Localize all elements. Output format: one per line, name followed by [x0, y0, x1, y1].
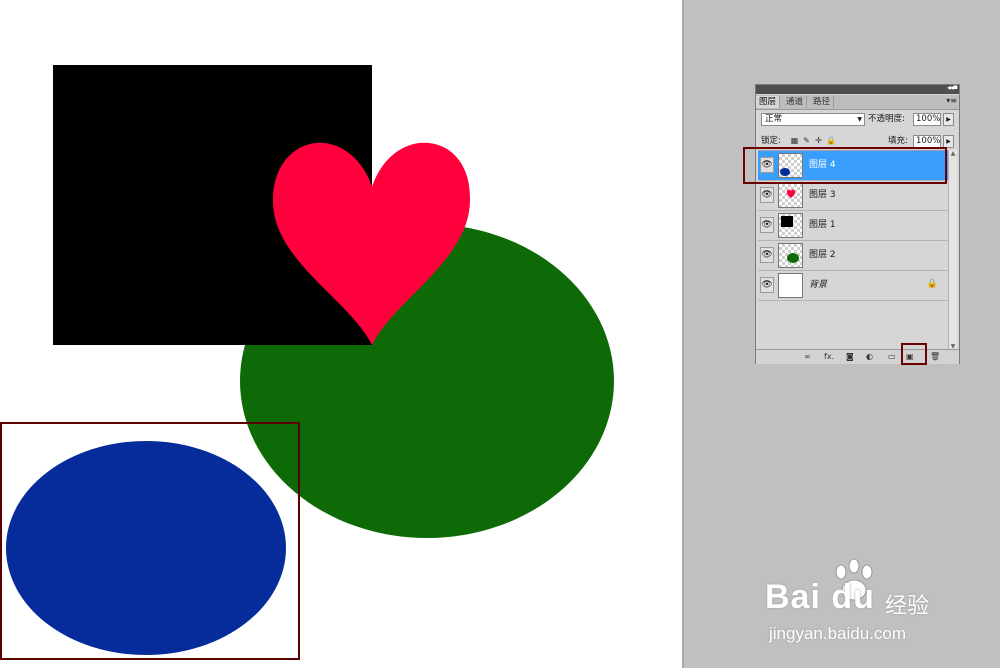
- blend-mode-value: 正常: [765, 114, 783, 124]
- eye-icon[interactable]: 👁: [760, 277, 774, 293]
- eye-icon[interactable]: 👁: [760, 247, 774, 263]
- layer-name[interactable]: 图层 1: [809, 211, 836, 240]
- adjustment-layer-icon[interactable]: ◐: [866, 351, 873, 363]
- layer-row-layer-1[interactable]: 👁 图层 1: [758, 211, 948, 241]
- scroll-up-icon[interactable]: ▲: [949, 150, 957, 157]
- document-canvas[interactable]: [0, 0, 682, 668]
- panel-footer: ∞ fx. ◙ ◐ ▭ ▣ 🗑: [756, 349, 959, 364]
- layer-name[interactable]: 图层 2: [809, 241, 836, 270]
- new-group-icon[interactable]: ▭: [888, 351, 896, 363]
- link-layers-icon[interactable]: ∞: [804, 351, 811, 363]
- workspace-divider: [682, 0, 684, 668]
- tab-paths[interactable]: 路径: [810, 96, 835, 108]
- chevron-down-icon: ▼: [857, 116, 862, 123]
- layer-thumbnail-black-square: [778, 213, 803, 238]
- panel-menu-icon[interactable]: ▾≡: [946, 96, 957, 105]
- lock-position-icon[interactable]: ✛: [814, 136, 823, 146]
- layer-lock-icon: 🔒: [926, 279, 938, 289]
- tab-channels[interactable]: 通道: [783, 96, 808, 108]
- annotation-box-new-layer-button: [901, 343, 927, 365]
- watermark-brand: Bai du: [765, 578, 875, 616]
- annotation-box-layer-4: [743, 147, 947, 184]
- baidu-jingyan-watermark: Bai du 经验 jingyan.baidu.com: [765, 558, 955, 658]
- delete-layer-icon[interactable]: 🗑: [930, 351, 940, 363]
- fx-icon[interactable]: fx.: [824, 351, 834, 363]
- layer-thumbnail-white-background: [778, 273, 803, 298]
- layers-panel: ◂◂ ▪ 图层 通道 路径 ▾≡ 正常 ▼ 不透明度: 100% ▶ 锁定: ▦…: [755, 83, 960, 364]
- eye-icon[interactable]: 👁: [760, 187, 774, 203]
- layer-mask-icon[interactable]: ◙: [846, 351, 854, 363]
- close-icon[interactable]: ▪: [953, 83, 958, 91]
- layer-row-layer-2[interactable]: 👁 图层 2: [758, 241, 948, 271]
- lock-all-icon[interactable]: 🔒: [826, 136, 836, 146]
- layer-name[interactable]: 背景: [809, 271, 827, 300]
- eye-icon[interactable]: 👁: [760, 217, 774, 233]
- opacity-slider-toggle-icon[interactable]: ▶: [943, 113, 954, 126]
- layer-row-background[interactable]: 👁 背景 🔒: [758, 271, 948, 301]
- watermark-sub: 经验: [885, 594, 930, 619]
- layer-thumbnail-red-heart: [778, 183, 803, 208]
- layer-thumbnail-green-ellipse: [778, 243, 803, 268]
- layer-row-layer-3[interactable]: 👁 图层 3: [758, 181, 948, 211]
- panel-titlebar[interactable]: ◂◂ ▪: [756, 83, 959, 94]
- blend-mode-select[interactable]: 正常 ▼: [761, 113, 865, 126]
- tab-layers[interactable]: 图层: [756, 96, 781, 108]
- panel-tabs: 图层 通道 路径 ▾≡: [756, 95, 959, 110]
- layer-list-scrollbar[interactable]: ▲ ▼: [948, 150, 957, 350]
- opacity-input[interactable]: 100%: [913, 113, 941, 126]
- layer-name[interactable]: 图层 3: [809, 181, 836, 210]
- lock-image-pixels-icon[interactable]: ✎: [802, 136, 811, 146]
- annotation-box-blue-ellipse: [0, 422, 300, 660]
- collapse-icon[interactable]: ◂◂: [947, 83, 954, 92]
- watermark-url: jingyan.baidu.com: [769, 624, 907, 643]
- lock-transparent-pixels-icon[interactable]: ▦: [790, 136, 799, 146]
- opacity-label: 不透明度:: [868, 114, 905, 124]
